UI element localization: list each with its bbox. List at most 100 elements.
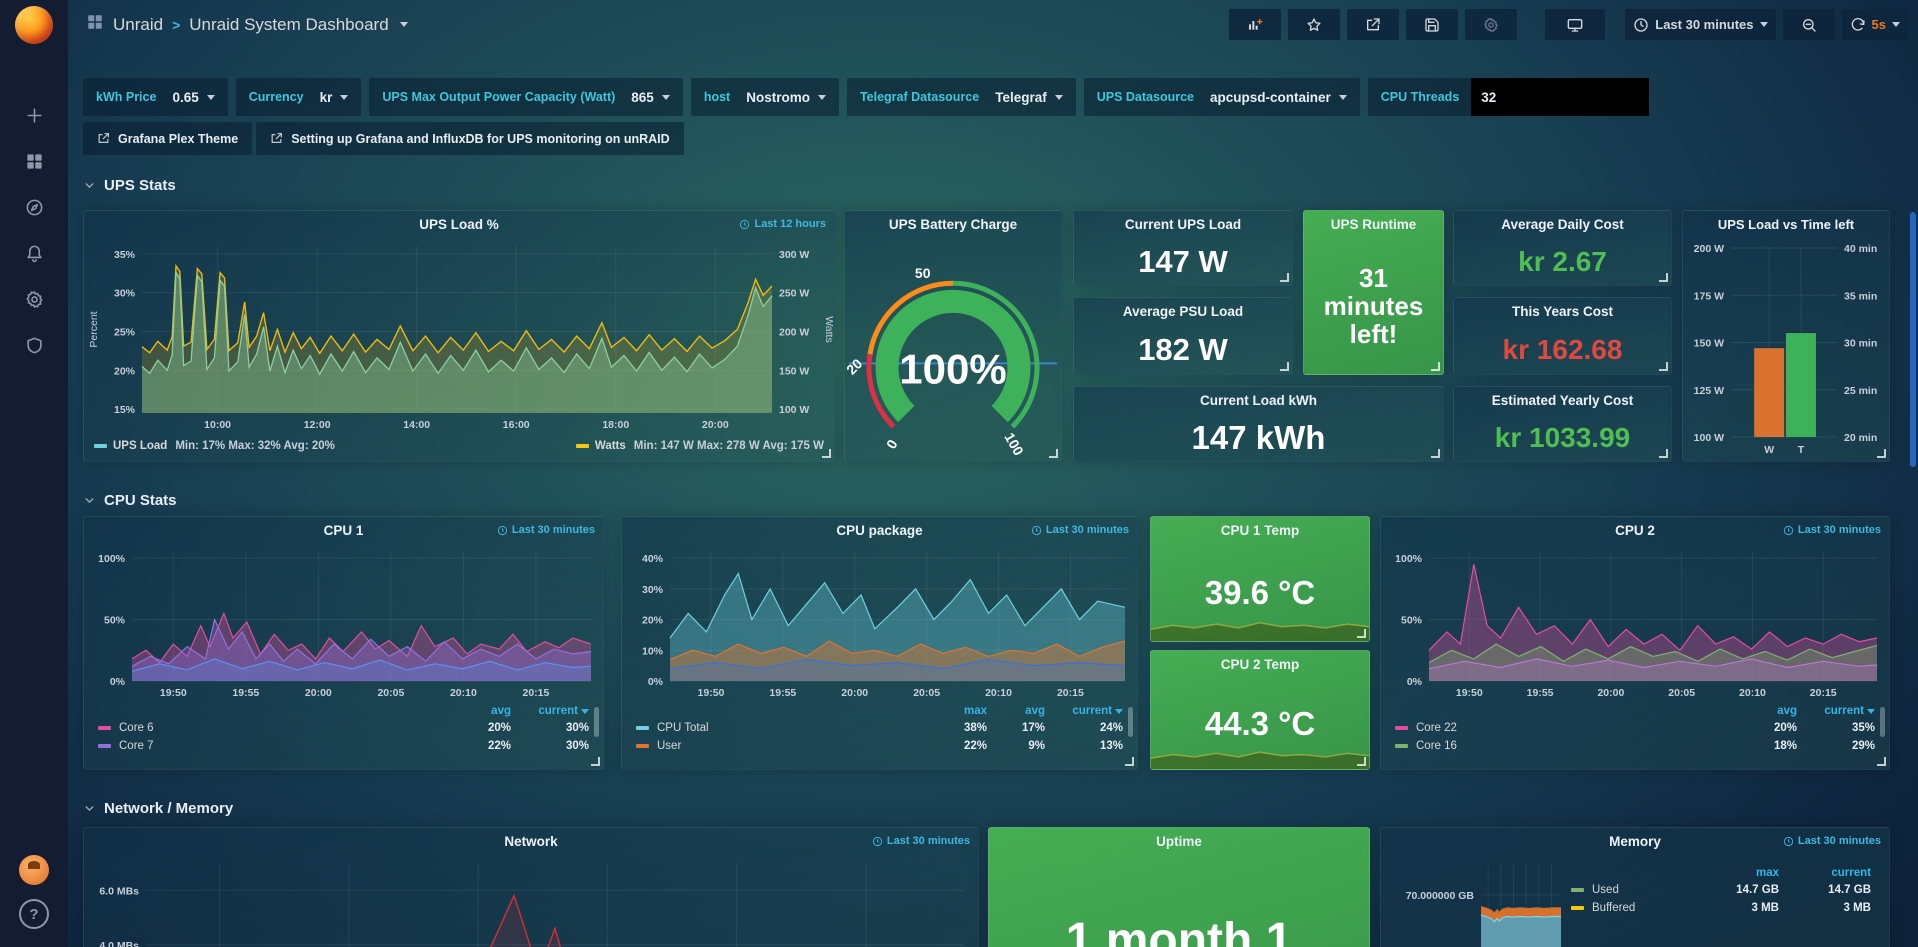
- svg-text:0%: 0%: [1407, 676, 1423, 688]
- link-grafana-plex-theme[interactable]: Grafana Plex Theme: [83, 122, 252, 155]
- panel-resize-handle[interactable]: [1659, 273, 1668, 282]
- cpu1-chart[interactable]: 19:5019:5520:0020:0520:1020:150%50%100%: [84, 544, 603, 703]
- panel-ups-runtime: UPS Runtime 31 minutes left!: [1303, 210, 1444, 375]
- svg-text:10:00: 10:00: [204, 419, 231, 431]
- breadcrumb-dashboard-title[interactable]: Unraid System Dashboard: [189, 15, 388, 35]
- ups-load-chart[interactable]: 10:0012:0014:0016:0018:0020:0015%100 W20…: [84, 238, 834, 435]
- cpu2-legend: avgcurrent Core 2220%35% Core 1618%29%: [1381, 703, 1889, 769]
- create-plus-icon[interactable]: [0, 92, 68, 138]
- configuration-gear-icon[interactable]: [0, 276, 68, 322]
- chevron-down-icon: [83, 494, 96, 507]
- svg-text:Percent: Percent: [88, 311, 100, 347]
- tv-mode-button[interactable]: [1545, 9, 1605, 40]
- panel-resize-handle[interactable]: [1280, 362, 1289, 371]
- link-ups-monitoring-guide[interactable]: Setting up Grafana and InfluxDB for UPS …: [256, 122, 683, 155]
- variable-ups-max-output[interactable]: UPS Max Output Power Capacity (Watt)865: [369, 78, 682, 116]
- panel-title: CPU 2 Temp: [1221, 657, 1300, 672]
- cpu-threads-input[interactable]: [1471, 78, 1649, 116]
- temp-sparkline: [1151, 745, 1369, 769]
- svg-text:150 W: 150 W: [779, 365, 809, 377]
- panel-resize-handle[interactable]: [1431, 449, 1440, 458]
- save-button[interactable]: [1406, 9, 1458, 40]
- legend-scrollbar[interactable]: [1128, 707, 1133, 737]
- variable-kwh-price[interactable]: kWh Price0.65: [83, 78, 228, 116]
- svg-text:20:15: 20:15: [1057, 687, 1084, 699]
- explore-compass-icon[interactable]: [0, 184, 68, 230]
- legend-swatch: [98, 744, 111, 748]
- stat-value: 182 W: [1074, 325, 1292, 374]
- time-range-picker[interactable]: Last 30 minutes: [1625, 9, 1775, 40]
- panel-resize-handle[interactable]: [1877, 449, 1886, 458]
- network-chart[interactable]: 19:5019:5520:0020:0520:1020:152.0 MBs4.0…: [84, 855, 978, 947]
- zoom-out-button[interactable]: [1783, 9, 1835, 40]
- svg-text:20 min: 20 min: [1844, 432, 1877, 444]
- svg-text:12:00: 12:00: [304, 419, 331, 431]
- svg-text:20:00: 20:00: [702, 419, 729, 431]
- variable-ups-datasource[interactable]: UPS Datasourceapcupsd-container: [1084, 78, 1360, 116]
- panel-resize-handle[interactable]: [1877, 757, 1886, 766]
- add-panel-button[interactable]: [1229, 9, 1281, 40]
- panel-cpu-package: CPU package Last 30 minutes 19:5019:5520…: [621, 516, 1138, 770]
- panel-title: This Years Cost: [1512, 304, 1613, 319]
- variable-currency[interactable]: Currencykr: [236, 78, 362, 116]
- legend-scrollbar[interactable]: [594, 707, 599, 737]
- cpu-package-legend: maxavgcurrent CPU Total38%17%24% User22%…: [622, 703, 1137, 769]
- dashboard-settings-button[interactable]: [1465, 9, 1517, 40]
- svg-text:14:00: 14:00: [403, 419, 430, 431]
- temp-sparkline: [1151, 615, 1369, 641]
- refresh-button[interactable]: 5s: [1842, 9, 1908, 40]
- user-avatar[interactable]: [19, 855, 49, 885]
- help-icon[interactable]: ?: [19, 899, 49, 929]
- svg-text:250 W: 250 W: [779, 288, 809, 300]
- time-range-label: Last 30 minutes: [1655, 17, 1753, 32]
- panel-resize-handle[interactable]: [822, 449, 831, 458]
- star-button[interactable]: [1288, 9, 1340, 40]
- breadcrumb-folder[interactable]: Unraid: [113, 15, 163, 35]
- grafana-logo-icon[interactable]: [15, 6, 53, 44]
- panel-current-load-kwh: Current Load kWh 147 kWh: [1073, 386, 1444, 462]
- panel-resize-handle[interactable]: [1049, 449, 1058, 458]
- chevron-down-icon[interactable]: [400, 22, 408, 27]
- svg-text:Watts: Watts: [823, 316, 834, 342]
- variable-host[interactable]: hostNostromo: [691, 78, 839, 116]
- panel-resize-handle[interactable]: [591, 757, 600, 766]
- breadcrumb: Unraid > Unraid System Dashboard: [86, 13, 408, 36]
- section-network-memory[interactable]: Network / Memory: [83, 800, 233, 817]
- cpu-package-chart[interactable]: 19:5019:5520:0020:0520:1020:150%10%20%30…: [622, 544, 1137, 703]
- svg-text:0%: 0%: [110, 676, 126, 688]
- panel-title: CPU package: [836, 523, 922, 538]
- time-override-badge: Last 30 minutes: [872, 835, 970, 847]
- svg-text:200 W: 200 W: [1694, 243, 1724, 255]
- panel-resize-handle[interactable]: [1659, 362, 1668, 371]
- svg-text:25 min: 25 min: [1844, 385, 1877, 397]
- memory-chart[interactable]: 19:5019:5520:0020:0520:1020:1550.000000 …: [1381, 855, 1571, 947]
- alerting-bell-icon[interactable]: [0, 230, 68, 276]
- share-button[interactable]: [1347, 9, 1399, 40]
- dashboards-icon[interactable]: [0, 138, 68, 184]
- panel-title: UPS Load vs Time left: [1718, 217, 1854, 232]
- svg-text:50: 50: [915, 265, 931, 281]
- svg-text:W: W: [1764, 444, 1774, 456]
- sort-caret-icon: [581, 709, 589, 714]
- panel-resize-handle[interactable]: [1357, 629, 1366, 638]
- page-scrollbar-thumb[interactable]: [1910, 212, 1916, 467]
- panel-resize-handle[interactable]: [1280, 273, 1289, 282]
- cpu2-chart[interactable]: 19:5019:5520:0020:0520:1020:150%50%100%: [1381, 544, 1889, 703]
- svg-text:20:00: 20:00: [841, 687, 868, 699]
- panel-resize-handle[interactable]: [1125, 757, 1134, 766]
- svg-text:20:10: 20:10: [450, 687, 477, 699]
- svg-text:16:00: 16:00: [503, 419, 530, 431]
- variable-telegraf-datasource[interactable]: Telegraf DatasourceTelegraf: [847, 78, 1076, 116]
- panel-title: Uptime: [1156, 834, 1202, 849]
- svg-text:40 min: 40 min: [1844, 243, 1877, 255]
- section-ups-stats[interactable]: UPS Stats: [83, 177, 176, 194]
- svg-text:200 W: 200 W: [779, 326, 809, 338]
- panel-resize-handle[interactable]: [1659, 449, 1668, 458]
- server-admin-shield-icon[interactable]: [0, 322, 68, 368]
- panel-resize-handle[interactable]: [1357, 757, 1366, 766]
- legend-scrollbar[interactable]: [1880, 707, 1885, 737]
- svg-text:0: 0: [883, 437, 901, 452]
- panel-current-ups-load: Current UPS Load 147 W: [1073, 210, 1293, 286]
- panel-resize-handle[interactable]: [1431, 362, 1440, 371]
- section-cpu-stats[interactable]: CPU Stats: [83, 492, 177, 509]
